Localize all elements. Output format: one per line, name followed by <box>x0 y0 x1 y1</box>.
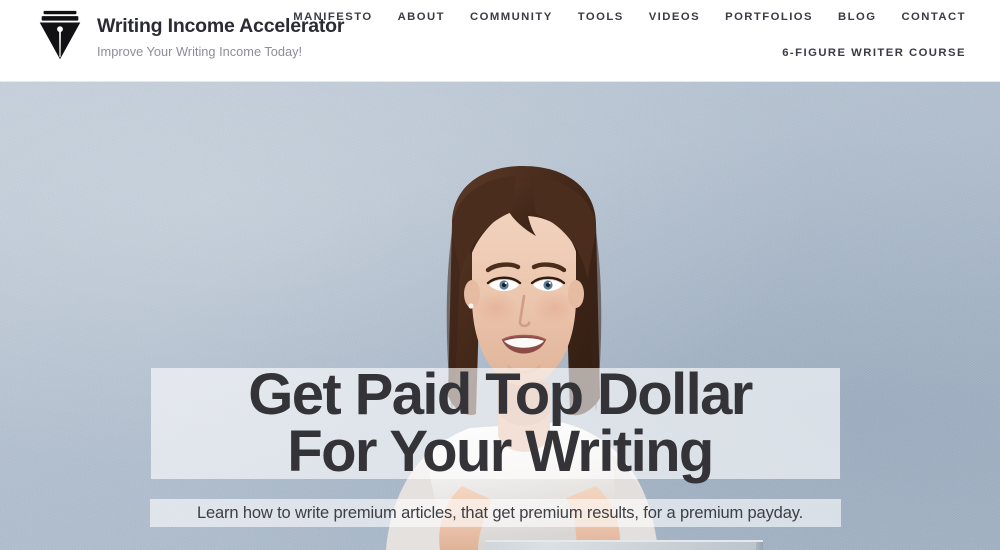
secondary-navigation: 6-FIGURE WRITER COURSE <box>782 47 966 59</box>
nav-item-contact[interactable]: CONTACT <box>901 11 966 23</box>
fountain-pen-nib-icon <box>39 10 81 60</box>
brand-tagline: Improve Your Writing Income Today! <box>97 44 303 60</box>
nav-item-manifesto[interactable]: MANIFESTO <box>293 11 372 23</box>
nav-item-blog[interactable]: BLOG <box>838 11 876 23</box>
site-header: Writing Income Accelerator Improve Your … <box>0 0 1000 82</box>
nav-item-6-figure-writer-course[interactable]: 6-FIGURE WRITER COURSE <box>782 47 966 59</box>
laptop-edge <box>756 542 763 550</box>
laptop-device <box>485 540 763 550</box>
hero-headline-line-2: For Your Writing <box>287 419 714 485</box>
hero-headline-line-1: Get Paid Top Dollar <box>248 362 753 427</box>
nav-item-videos[interactable]: VIDEOS <box>649 11 700 23</box>
hero-section: Get Paid Top Dollar For Your Writing Lea… <box>0 82 1000 550</box>
nav-item-about[interactable]: ABOUT <box>398 11 445 23</box>
hero-headline: Get Paid Top Dollar For Your Writing <box>0 362 1000 485</box>
primary-navigation: MANIFESTO ABOUT COMMUNITY TOOLS VIDEOS P… <box>293 11 966 23</box>
nav-item-tools[interactable]: TOOLS <box>578 11 624 23</box>
nav-item-portfolios[interactable]: PORTFOLIOS <box>725 11 813 23</box>
hero-subheadline: Learn how to write premium articles, tha… <box>196 504 804 522</box>
nav-item-community[interactable]: COMMUNITY <box>470 11 553 23</box>
